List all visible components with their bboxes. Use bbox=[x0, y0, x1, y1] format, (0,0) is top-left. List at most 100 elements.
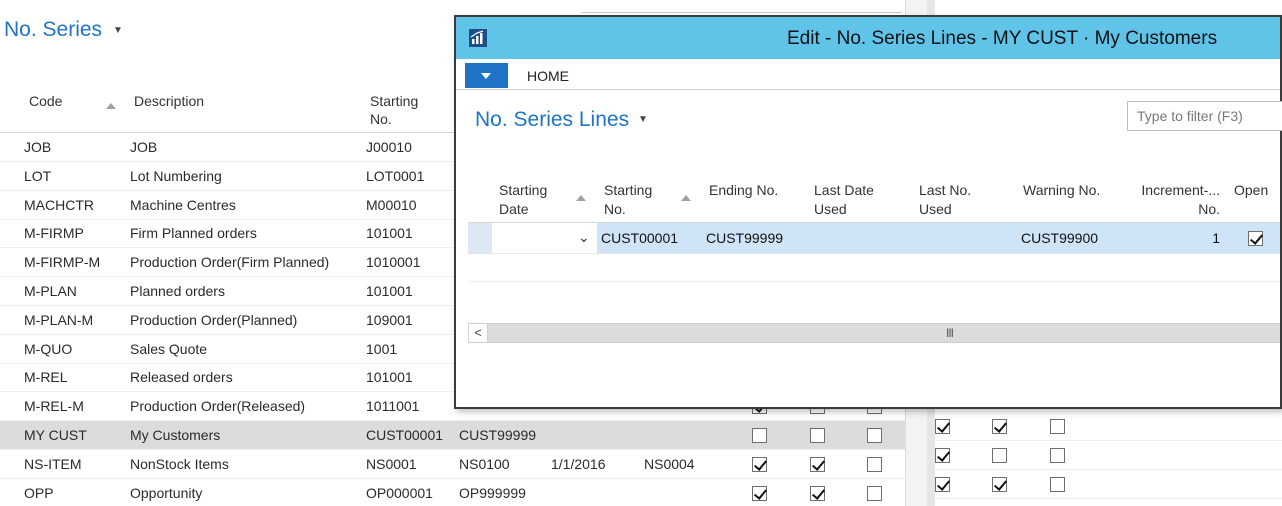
row-checkbox[interactable] bbox=[992, 419, 1007, 434]
cell-starting-no: LOT0001 bbox=[366, 167, 425, 184]
cell-code: MY CUST bbox=[24, 427, 87, 443]
scrollbar-thumb[interactable] bbox=[488, 324, 1280, 342]
cell-starting-no: 109001 bbox=[366, 311, 413, 328]
row-checkbox[interactable] bbox=[1050, 447, 1065, 463]
cell-starting-no: 101001 bbox=[366, 225, 413, 242]
dialog-titlebar[interactable]: Edit - No. Series Lines - MY CUST · My C… bbox=[456, 17, 1280, 59]
cell-description: JOB bbox=[130, 139, 158, 155]
row-checkbox[interactable] bbox=[810, 428, 825, 443]
row-checkbox[interactable] bbox=[935, 476, 950, 492]
cell-description: Planned orders bbox=[130, 283, 225, 299]
column-header-description[interactable]: Description bbox=[134, 92, 204, 110]
cell-starting-no: J00010 bbox=[366, 139, 412, 155]
header-line-2: Used bbox=[814, 201, 847, 217]
column-header-open[interactable]: Open bbox=[1234, 181, 1268, 200]
table-row[interactable]: OPP Opportunity OP000001 OP999999 bbox=[0, 479, 905, 506]
cell-starting-no: 101001 bbox=[366, 369, 413, 386]
column-header-warning-no[interactable]: Warning No. bbox=[1023, 181, 1100, 200]
scroll-left-button[interactable]: < bbox=[468, 323, 488, 343]
row-checkbox[interactable] bbox=[867, 456, 882, 472]
scrollbar-grip-icon: III bbox=[946, 326, 954, 340]
column-header-starting-no[interactable]: Starting No. bbox=[604, 181, 652, 219]
cell-description: Production Order(Released) bbox=[130, 398, 306, 415]
cell-code: LOT bbox=[24, 167, 52, 184]
cell-code: MACHCTR bbox=[24, 196, 94, 213]
row-checkbox[interactable] bbox=[752, 456, 767, 472]
cell-code: M-REL bbox=[24, 369, 68, 386]
row-checkbox[interactable] bbox=[1050, 419, 1065, 434]
cell-description: Released orders bbox=[130, 369, 233, 386]
row-checkbox[interactable] bbox=[992, 447, 1007, 463]
column-header-starting-no[interactable]: Starting No. bbox=[370, 92, 440, 128]
cell-ending-no: CUST99999 bbox=[459, 427, 537, 443]
column-header-last-date-used[interactable]: Last Date Used bbox=[814, 181, 874, 219]
table-row[interactable]: NS-ITEM NonStock Items NS0001 NS0100 1/1/201… bbox=[0, 450, 905, 479]
row-selector[interactable] bbox=[468, 223, 492, 253]
cell-ending-no: OP999999 bbox=[459, 484, 526, 501]
cell-code: NS-ITEM bbox=[24, 455, 82, 472]
cell-code: JOB bbox=[24, 139, 52, 155]
cell-description: Firm Planned orders bbox=[130, 225, 257, 242]
row-checkbox[interactable] bbox=[752, 428, 767, 443]
cell-code: M-PLAN bbox=[24, 283, 77, 299]
header-line-1: Starting bbox=[604, 182, 653, 198]
row-checkbox[interactable] bbox=[752, 485, 767, 501]
column-header-ending-no[interactable]: Ending No. bbox=[709, 181, 778, 200]
chevron-down-icon[interactable]: ⌄ bbox=[578, 229, 590, 246]
application-menu-button[interactable] bbox=[465, 63, 508, 88]
cell-description: Opportunity bbox=[130, 484, 203, 501]
table-row[interactable] bbox=[935, 441, 1282, 470]
cell-last-date-used: 1/1/2016 bbox=[551, 455, 606, 472]
sort-ascending-icon bbox=[106, 103, 116, 109]
row-checkbox[interactable] bbox=[810, 485, 825, 501]
row-checkbox[interactable] bbox=[867, 428, 882, 443]
cell-starting-no: NS0001 bbox=[366, 455, 417, 472]
row-checkbox[interactable] bbox=[935, 447, 950, 463]
ribbon-divider bbox=[456, 89, 1280, 90]
cell-starting-no: OP000001 bbox=[366, 484, 433, 501]
cell-warning-no[interactable]: CUST99900 bbox=[1021, 230, 1098, 246]
column-header-starting-date[interactable]: Starting Date bbox=[499, 181, 547, 219]
cell-starting-no: 1010001 bbox=[366, 254, 421, 271]
cell-description: Sales Quote bbox=[130, 340, 208, 357]
cell-code: M-REL-M bbox=[24, 398, 84, 415]
cell-code: M-FIRMP-M bbox=[24, 254, 101, 271]
header-line-1: Last Date bbox=[814, 182, 874, 198]
column-header-increment-by-no[interactable]: Increment-... No. bbox=[1132, 181, 1220, 219]
row-checkbox[interactable] bbox=[935, 419, 950, 434]
header-line-2: No. bbox=[1198, 201, 1220, 217]
table-row[interactable]: MY CUST My Customers CUST00001 CUST99999 bbox=[0, 421, 905, 450]
column-header-last-no-used[interactable]: Last No. Used bbox=[919, 181, 971, 219]
tab-home[interactable]: HOME bbox=[527, 68, 569, 84]
cell-ending-no[interactable]: CUST99999 bbox=[706, 230, 783, 246]
row-checkbox[interactable] bbox=[992, 476, 1007, 492]
column-header-code[interactable]: Code bbox=[29, 92, 62, 110]
open-checkbox[interactable] bbox=[1248, 231, 1263, 246]
cell-description: NonStock Items bbox=[130, 455, 229, 472]
cell-ending-no: NS0100 bbox=[459, 455, 510, 472]
header-line-2: Date bbox=[499, 201, 529, 217]
filter-input[interactable]: Type to filter (F3) bbox=[1127, 101, 1282, 131]
table-row[interactable] bbox=[935, 470, 1282, 499]
cell-starting-no: 1011001 bbox=[366, 398, 420, 415]
cell-code: M-PLAN-M bbox=[24, 311, 94, 328]
page-title: No. Series bbox=[4, 18, 103, 41]
cell-starting-no: CUST00001 bbox=[366, 427, 444, 443]
edit-no-series-lines-dialog: Edit - No. Series Lines - MY CUST · My C… bbox=[454, 15, 1282, 409]
cell-starting-no[interactable]: CUST00001 bbox=[601, 230, 678, 246]
sort-ascending-icon bbox=[576, 195, 586, 201]
background-filter-box bbox=[582, 12, 902, 13]
row-checkbox[interactable] bbox=[867, 485, 882, 501]
dialog-title: Edit - No. Series Lines - MY CUST · My C… bbox=[787, 28, 1218, 49]
row-checkbox[interactable] bbox=[810, 456, 825, 472]
row-checkbox[interactable] bbox=[1050, 476, 1065, 492]
header-line-2: No. bbox=[604, 201, 626, 217]
cell-description: Production Order(Planned) bbox=[130, 311, 298, 328]
table-row[interactable] bbox=[935, 412, 1282, 441]
cell-code: OPP bbox=[24, 484, 54, 501]
cell-last-no-used: NS0004 bbox=[644, 455, 695, 472]
cell-code: M-FIRMP bbox=[24, 225, 84, 242]
cell-increment-by-no[interactable]: 1 bbox=[1176, 230, 1220, 246]
title-dropdown-icon[interactable]: ▼ bbox=[113, 25, 123, 36]
title-dropdown-icon[interactable]: ▼ bbox=[638, 114, 648, 125]
